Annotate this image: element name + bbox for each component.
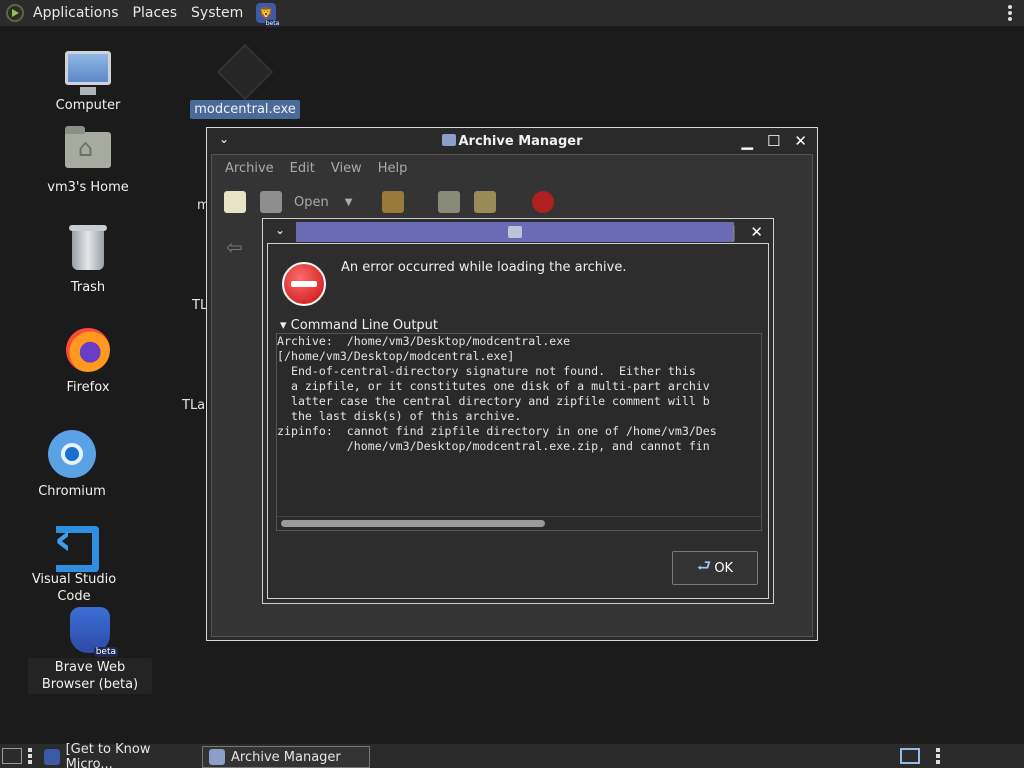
desktop-icon-label: Computer [55, 98, 121, 113]
dialog-titlebar[interactable]: ⌄ | ✕ [263, 219, 773, 245]
window-title: Archive Manager [207, 133, 817, 149]
top-panel: Applications Places System 🦁 [0, 0, 1024, 27]
applications-menu[interactable]: Applications [0, 0, 126, 26]
archive-task-icon [209, 749, 225, 765]
taskbar-item-archive-manager[interactable]: Archive Manager [202, 746, 370, 768]
vscode-icon [52, 514, 99, 572]
applications-menu-label: Applications [33, 5, 119, 21]
menu-view[interactable]: View [323, 161, 370, 176]
dialog-body: An error occurred while loading the arch… [267, 243, 769, 599]
computer-icon [65, 51, 111, 95]
command-output-box[interactable]: Archive: /home/vm3/Desktop/modcentral.ex… [276, 333, 762, 531]
close-icon[interactable]: ✕ [794, 132, 807, 150]
expander-triangle-icon: ▾ [280, 318, 287, 333]
maximize-icon[interactable]: ☐ [767, 132, 780, 150]
desktop-icon-trash[interactable]: Trash [28, 225, 148, 297]
desktop-icon-home[interactable]: vm3's Home [28, 126, 148, 197]
panel-menu-icon[interactable] [1008, 5, 1012, 21]
desktop-icon-chromium[interactable]: Chromium [12, 430, 132, 501]
expander-label: Command Line Output [290, 318, 439, 333]
archive-titlebar[interactable]: ⌄ Archive Manager ▁ ☐ ✕ [207, 128, 817, 154]
desktop-icon-label: Trash [70, 280, 106, 295]
dialog-separator: | [731, 223, 737, 241]
places-menu[interactable]: Places [126, 0, 185, 26]
desktop-file-label: modcentral.exe [190, 100, 300, 119]
open-archive-icon[interactable] [260, 191, 282, 213]
partial-desktop-label: TL [192, 298, 208, 313]
desktop-icon-computer[interactable]: Computer [28, 44, 148, 115]
places-menu-label: Places [132, 5, 178, 21]
firefox-icon [66, 328, 110, 372]
desktop-icon-firefox[interactable]: Firefox [28, 326, 148, 397]
desktop-icon-label: Firefox [66, 380, 110, 395]
desktop-icon-label: vm3's Home [47, 180, 129, 195]
system-menu-label: System [191, 5, 244, 21]
extract-icon[interactable] [382, 191, 405, 213]
add-files-icon[interactable] [438, 191, 461, 213]
trash-icon [69, 225, 107, 270]
command-output-text: Archive: /home/vm3/Desktop/modcentral.ex… [277, 334, 717, 453]
system-menu[interactable]: System [184, 0, 250, 26]
show-desktop-icon[interactable] [2, 748, 22, 764]
desktop-icon-brave[interactable]: Brave Web Browser (beta) [28, 606, 152, 694]
error-message: An error occurred while loading the arch… [341, 260, 627, 275]
dialog-controls: | ✕ [731, 223, 763, 241]
taskbar-item-label: Archive Manager [231, 749, 341, 765]
desktop-icon-label: Chromium [38, 484, 106, 499]
partial-desktop-label: TLa [182, 398, 206, 413]
error-dialog: ⌄ | ✕ An error occurred while loading th… [262, 218, 774, 604]
chromium-icon [48, 430, 96, 478]
desktop-icon-label: Visual Studio Code [31, 572, 117, 604]
brave-launcher-icon[interactable]: 🦁 [256, 3, 281, 27]
brave-icon [70, 607, 118, 657]
tray-handle-icon[interactable] [936, 748, 940, 766]
applications-logo-icon [6, 4, 24, 22]
archive-menubar: Archive Edit View Help [212, 155, 812, 181]
ok-arrow-icon: ⮐ [696, 555, 712, 575]
archive-toolbar: Open ▼ [212, 181, 812, 223]
back-arrow-icon[interactable]: ⇦ [226, 235, 243, 259]
panel-handle-icon[interactable] [28, 748, 32, 764]
desktop-icon-label: Brave Web Browser (beta) [28, 658, 152, 694]
dialog-close-icon[interactable]: ✕ [750, 223, 763, 241]
minimize-icon[interactable]: ▁ [741, 132, 753, 150]
open-dropdown-icon[interactable]: ▼ [345, 197, 353, 208]
desktop-icon-vscode[interactable]: Visual Studio Code [14, 514, 134, 606]
browser-task-icon [44, 749, 60, 765]
add-folder-icon[interactable] [474, 191, 497, 213]
window-title-text: Archive Manager [458, 133, 583, 149]
taskbar-item-label: [Get to Know Micro... [65, 742, 151, 768]
ok-button-label: OK [714, 560, 734, 576]
workspace-switcher-icon[interactable] [900, 748, 920, 764]
menu-help[interactable]: Help [370, 161, 416, 176]
open-button-label[interactable]: Open [294, 195, 329, 210]
dialog-title-fill [296, 222, 734, 242]
menu-edit[interactable]: Edit [282, 161, 323, 176]
dialog-app-icon [508, 226, 522, 238]
taskbar-item-get-to-know[interactable]: [Get to Know Micro... [38, 742, 198, 768]
desktop-file-modcentral[interactable]: modcentral.exe [185, 43, 305, 119]
window-controls: ▁ ☐ ✕ [741, 132, 807, 150]
horizontal-scrollbar[interactable] [281, 520, 545, 527]
error-icon [282, 262, 326, 306]
command-output-expander[interactable]: ▾ Command Line Output [280, 318, 438, 333]
menu-archive[interactable]: Archive [217, 161, 282, 176]
bottom-panel: [Get to Know Micro... Archive Manager [0, 742, 1024, 768]
stop-icon[interactable] [532, 191, 555, 213]
file-icon [216, 43, 274, 101]
new-archive-icon[interactable] [224, 191, 246, 213]
ok-button[interactable]: ⮐ OK [672, 551, 758, 585]
archive-app-icon [441, 133, 456, 146]
dialog-menu-chevron-icon[interactable]: ⌄ [275, 223, 285, 237]
home-folder-icon [65, 126, 111, 168]
